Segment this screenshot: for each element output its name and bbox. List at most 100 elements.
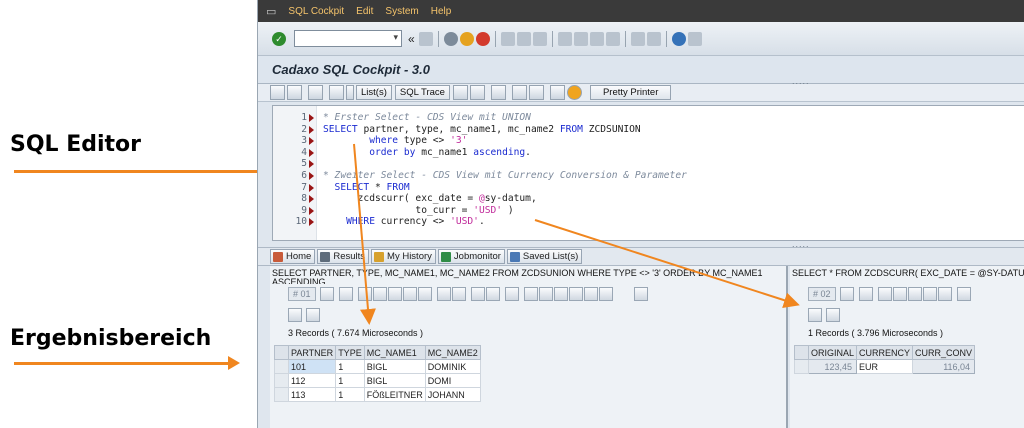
find-next-icon[interactable] [922, 287, 937, 301]
column-header[interactable]: CURR_CONV [912, 345, 976, 360]
table-cell[interactable]: JOHANN [424, 387, 481, 402]
subtotal-icon[interactable] [451, 287, 466, 301]
column-header[interactable]: PARTNER [287, 345, 337, 360]
table-cell[interactable]: 1 [335, 359, 365, 374]
details-icon[interactable] [338, 287, 353, 301]
save-icon[interactable] [418, 31, 433, 46]
table-row[interactable]: 123,45 EUR 116,04 [794, 359, 976, 374]
code-line[interactable]: 2 SELECT partner, type, mc_name1, mc_name… [273, 124, 1024, 136]
refresh-icon[interactable] [319, 287, 334, 301]
tab-jobmonitor[interactable]: Jobmonitor [437, 249, 505, 264]
column-header[interactable]: TYPE [335, 345, 365, 360]
collapse-icon[interactable]: « [408, 32, 415, 46]
last-page-icon[interactable] [605, 31, 620, 46]
table-cell[interactable]: 123,45 [807, 359, 858, 374]
edit-pen-icon[interactable] [633, 287, 648, 301]
table-row[interactable]: 112 1 BIGL DOMI [274, 373, 481, 388]
layout-icon[interactable] [504, 287, 519, 301]
table-cell[interactable]: EUR [856, 359, 914, 374]
sort-descending-icon[interactable] [892, 287, 907, 301]
pretty-printer-button[interactable]: Pretty Printer [589, 85, 672, 100]
row-selector[interactable] [274, 387, 289, 402]
table-corner-icon[interactable] [274, 345, 289, 360]
find-icon[interactable] [387, 287, 402, 301]
results-table-2[interactable]: ORIGINAL CURRENCY CURR_CONV 123,45 EUR 116,04 [794, 345, 976, 374]
filter-icon[interactable] [417, 287, 432, 301]
export-icon[interactable] [511, 85, 527, 100]
layout-menu-icon[interactable] [687, 31, 702, 46]
shortcut-icon[interactable] [646, 31, 661, 46]
menu-sql-cockpit[interactable]: SQL Cockpit [288, 6, 344, 17]
table-cell[interactable]: 113 [287, 387, 337, 402]
enter-check-icon[interactable]: ✓ [272, 31, 286, 46]
expand-icon[interactable] [583, 287, 598, 301]
object-list-icon[interactable] [308, 85, 323, 100]
code-line[interactable]: 4 order by mc_name1 ascending. [273, 147, 1024, 159]
exit-icon[interactable] [459, 31, 474, 46]
close-icon[interactable] [306, 308, 320, 322]
graphic-icon[interactable] [523, 287, 538, 301]
chevron-down-icon[interactable]: ▾ [393, 32, 398, 43]
select-all-icon[interactable] [553, 287, 568, 301]
back-arrow-icon[interactable] [270, 85, 285, 100]
column-header[interactable]: CURRENCY [856, 345, 914, 360]
print-icon[interactable] [500, 31, 515, 46]
table-cell[interactable]: 1 [335, 387, 365, 402]
next-page-icon[interactable] [589, 31, 604, 46]
pin-icon[interactable] [288, 308, 302, 322]
first-page-icon[interactable] [557, 31, 572, 46]
sort-descending-icon[interactable] [372, 287, 387, 301]
help-icon[interactable] [566, 85, 582, 100]
filter-icon[interactable] [937, 287, 952, 301]
menu-system[interactable]: System [385, 6, 418, 17]
results-table-1[interactable]: PARTNER TYPE MC_NAME1 MC_NAME2 101 1 BIGL DOMIN… [274, 345, 481, 402]
execute-icon[interactable] [329, 85, 344, 100]
settings-icon[interactable] [528, 85, 544, 100]
code-line[interactable]: 3 where type <> '3' [273, 135, 1024, 147]
find-next-icon[interactable] [532, 31, 547, 46]
sort-ascending-icon[interactable] [877, 287, 892, 301]
insert-column-icon[interactable] [469, 85, 485, 100]
sql-editor[interactable]: 1 * Erster Select - CDS View mit UNION 2 SE… [272, 105, 1024, 241]
table-cell[interactable]: BIGL [363, 373, 426, 388]
sum-icon[interactable] [956, 287, 971, 301]
find-icon[interactable] [907, 287, 922, 301]
sql-trace-button[interactable]: SQL Trace [394, 85, 450, 100]
execute-dropdown-icon[interactable] [346, 85, 354, 100]
pin-icon[interactable] [808, 308, 822, 322]
tab-home[interactable]: Home [270, 249, 316, 264]
table-corner-icon[interactable] [794, 345, 809, 360]
new-session-icon[interactable] [630, 31, 645, 46]
row-selector[interactable] [274, 359, 289, 374]
row-selector[interactable] [274, 373, 289, 388]
code-line[interactable]: 7 SELECT * FROM [273, 182, 1024, 194]
code-line[interactable]: 10 WHERE currency <> 'USD'. [273, 216, 1024, 228]
command-field[interactable]: ▾ [294, 30, 402, 47]
code-line[interactable]: 1 * Erster Select - CDS View mit UNION [273, 112, 1024, 124]
help-icon[interactable] [671, 31, 686, 46]
table-cell[interactable]: 112 [287, 373, 337, 388]
find-icon[interactable] [516, 31, 531, 46]
column-header[interactable]: ORIGINAL [807, 345, 858, 360]
print-preview-icon[interactable] [470, 287, 485, 301]
insert-row-icon[interactable] [452, 85, 468, 100]
back-icon[interactable] [443, 31, 458, 46]
column-header[interactable]: MC_NAME2 [424, 345, 481, 360]
menu-help[interactable]: Help [431, 6, 452, 17]
table-cell[interactable]: 1 [335, 373, 365, 388]
table-cell[interactable]: FÖßLEITNER [363, 387, 426, 402]
cancel-icon[interactable] [475, 31, 490, 46]
window-icon[interactable]: ▭ [266, 5, 276, 18]
table-row[interactable]: 101 1 BIGL DOMINIK [274, 359, 481, 374]
details-icon[interactable] [858, 287, 873, 301]
collapse-icon[interactable] [598, 287, 613, 301]
table-cell[interactable]: 101 [287, 359, 337, 374]
tab-saved-lists[interactable]: Saved List(s) [506, 249, 583, 264]
table-row[interactable]: 113 1 FÖßLEITNER JOHANN [274, 387, 481, 402]
menu-edit[interactable]: Edit [356, 6, 373, 17]
previous-page-icon[interactable] [573, 31, 588, 46]
list-button[interactable]: List(s) [356, 85, 392, 100]
column-header[interactable]: MC_NAME1 [363, 345, 426, 360]
forward-arrow-icon[interactable] [287, 85, 302, 100]
code-line[interactable]: 8 zcdscurr( exc_date = @sy-datum, [273, 193, 1024, 205]
